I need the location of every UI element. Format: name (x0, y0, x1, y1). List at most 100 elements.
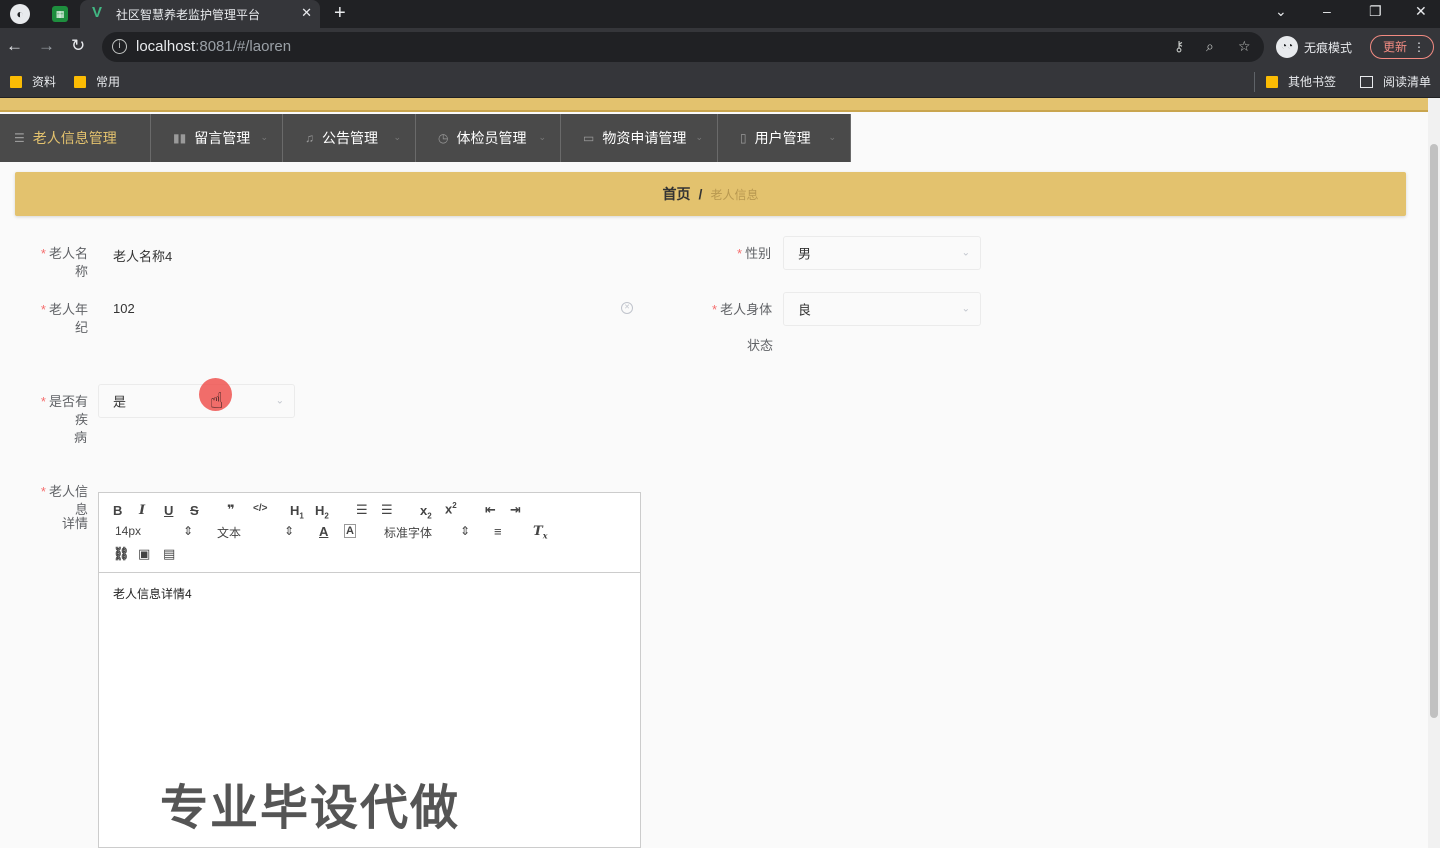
header1-icon[interactable]: H1 (290, 503, 304, 521)
minimize-icon[interactable]: – (1323, 3, 1331, 19)
superscript-icon[interactable]: x2 (445, 501, 457, 516)
menu-item-supplies[interactable]: ▭ 物资申请管理 ⌄ (561, 114, 718, 162)
editor-content[interactable]: 老人信息详情4 (113, 585, 192, 602)
incognito-label: 无痕模式 (1304, 40, 1353, 55)
breadcrumb-home[interactable]: 首页 (663, 186, 691, 202)
folder-icon (74, 75, 86, 88)
back-icon[interactable]: ← (6, 36, 23, 56)
header2-icon[interactable]: H2 (315, 503, 329, 521)
menu-item-examiners[interactable]: ◷ 体检员管理 ⌄ (416, 114, 561, 162)
chevron-down-icon: ⌄ (961, 303, 970, 315)
blockquote-icon[interactable]: ❞ (227, 502, 235, 518)
chevron-down-icon: ⌄ (828, 132, 836, 142)
chevron-down-icon: ⌄ (961, 247, 970, 259)
app-favicon-icon[interactable]: ▦ (52, 6, 68, 22)
chevron-down-icon: ⌄ (538, 132, 546, 142)
clear-format-icon[interactable]: Tx (533, 524, 547, 541)
forward-icon[interactable]: → (38, 36, 55, 56)
age-field[interactable]: 102 (113, 301, 135, 316)
chevron-down-icon: ⌄ (695, 132, 703, 142)
clear-icon[interactable]: ✕ (621, 302, 633, 314)
gender-select[interactable]: 男 ⌄ (783, 236, 981, 270)
other-bookmarks[interactable]: 其他书签 (1266, 73, 1336, 90)
window-close-icon[interactable]: ✕ (1415, 3, 1427, 20)
background-color-icon[interactable]: A (344, 524, 356, 538)
address-bar[interactable]: i localhost:8081/#/laoren ⚷ ⌕ ☆ (102, 32, 1264, 62)
menu-item-users[interactable]: ▯ 用户管理 ⌄ (718, 114, 851, 162)
ordered-list-icon[interactable]: ☰ (356, 502, 368, 518)
close-tab-icon[interactable]: ✕ (301, 5, 312, 21)
reload-icon[interactable]: ↻ (71, 36, 85, 56)
name-label: * 老人名称 (28, 245, 88, 281)
menu-item-notices[interactable]: ♫ 公告管理 ⌄ (283, 114, 416, 162)
label-text: 是否有疾 (48, 394, 88, 427)
image-icon[interactable]: ▣ (138, 546, 150, 562)
scrollbar-thumb[interactable] (1430, 144, 1438, 718)
reading-list[interactable]: 阅读清单 (1360, 73, 1431, 90)
underline-icon[interactable]: U (164, 503, 173, 518)
bell-icon: ♫ (305, 131, 314, 145)
outdent-icon[interactable]: ⇤ (485, 502, 496, 518)
url-text[interactable]: localhost:8081/#/laoren (136, 38, 291, 55)
font-color-icon[interactable]: A (319, 524, 328, 539)
indent-icon[interactable]: ⇥ (510, 502, 521, 518)
italic-icon[interactable]: I (139, 503, 145, 518)
name-field[interactable]: 老人名称4 (113, 246, 172, 265)
health-label-line2: 状态 (747, 338, 774, 353)
bookmark-label: 阅读清单 (1383, 75, 1432, 89)
breadcrumb-current: 老人信息 (710, 188, 759, 202)
folder-icon (10, 75, 22, 88)
browser-menu-icon[interactable]: ◐ (10, 4, 30, 24)
top-menu: ☰ 老人信息管理 ▮▮ 留言管理 ⌄ ♫ 公告管理 ⌄ ◷ 体检员管理 ⌄ ▭ … (0, 114, 851, 162)
zoom-icon[interactable]: ⌕ (1206, 38, 1214, 55)
browser-tab[interactable]: V 社区智慧养老监护管理平台 ✕ (80, 0, 320, 28)
disease-select[interactable]: 是 ⌄ (98, 384, 295, 418)
subscript-icon[interactable]: x2 (420, 503, 432, 521)
page-scrollbar[interactable] (1428, 98, 1440, 848)
restore-icon[interactable]: ❐ (1369, 3, 1382, 20)
menu-label: 体检员管理 (456, 130, 527, 146)
update-button[interactable]: 更新 ⋮ (1370, 35, 1434, 59)
label-text: 老人身体 (720, 302, 773, 317)
bookmark-folder[interactable]: 资料 (10, 73, 56, 90)
required-mark: * (40, 484, 46, 499)
select-arrows-icon: ⇕ (183, 524, 194, 538)
key-icon[interactable]: ⚷ (1174, 38, 1184, 55)
menu-label: 公告管理 (322, 130, 378, 146)
header-select[interactable]: 文本 (217, 524, 241, 541)
strike-icon[interactable]: S (190, 503, 199, 518)
code-icon[interactable]: </> (253, 503, 267, 514)
label-text: 老人名称 (48, 246, 88, 279)
reading-list-icon (1360, 75, 1373, 88)
new-tab-icon[interactable]: + (334, 2, 346, 25)
link-icon[interactable]: ⛓ (113, 546, 130, 562)
incognito-indicator[interactable]: ◔◔ 无痕模式 (1276, 34, 1352, 60)
star-icon[interactable]: ☆ (1238, 38, 1251, 55)
bullet-list-icon[interactable]: ☰ (381, 502, 393, 518)
font-size-select[interactable]: 14px (115, 524, 141, 538)
video-icon[interactable]: ▤ (163, 546, 175, 562)
bookmark-folder[interactable]: 常用 (74, 73, 120, 90)
breadcrumb-separator: / (698, 186, 703, 202)
site-info-icon[interactable]: i (112, 39, 127, 54)
label-text: 性别 (745, 246, 772, 261)
phone-icon: ▯ (740, 131, 747, 145)
font-family-select[interactable]: 标准字体 (384, 524, 432, 541)
align-icon[interactable]: ≡ (494, 524, 502, 539)
label-text: 老人年纪 (48, 302, 88, 335)
menu-item-elder-info[interactable]: ☰ 老人信息管理 (0, 114, 151, 162)
menu-item-messages[interactable]: ▮▮ 留言管理 ⌄ (151, 114, 283, 162)
more-menu-icon[interactable]: ⋮ (1413, 36, 1425, 58)
browser-toolbar: ← → ↻ i localhost:8081/#/laoren ⚷ ⌕ ☆ ◔◔… (0, 28, 1440, 66)
bold-icon[interactable]: B (113, 503, 122, 518)
menu-label: 物资申请管理 (602, 130, 687, 146)
chart-icon: ▮▮ (173, 131, 187, 145)
tab-search-icon[interactable]: ⌄ (1275, 3, 1287, 20)
health-select[interactable]: 良 ⌄ (783, 292, 981, 326)
disease-label: * 是否有疾 (28, 393, 88, 429)
update-label: 更新 (1383, 40, 1408, 54)
header-bar (0, 98, 1428, 112)
required-mark: * (737, 246, 743, 261)
menu-icon: ☰ (14, 131, 25, 145)
age-label: * 老人年纪 (28, 301, 88, 337)
